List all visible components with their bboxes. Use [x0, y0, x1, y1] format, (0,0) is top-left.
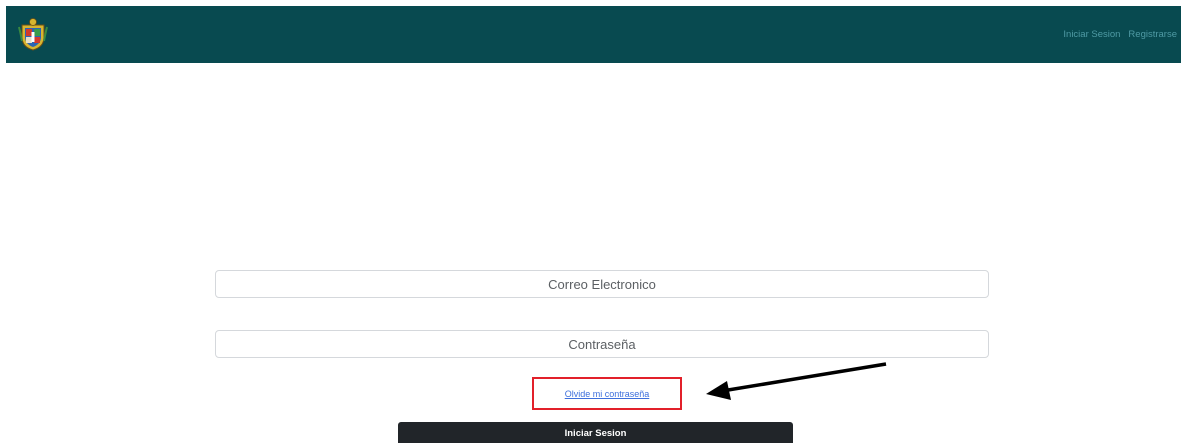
forgot-password-link[interactable]: Olvide mi contraseña — [532, 377, 682, 410]
navbar: Iniciar Sesion Registrarse — [6, 6, 1181, 63]
nav-login-link[interactable]: Iniciar Sesion — [1063, 29, 1120, 40]
email-field[interactable] — [215, 270, 989, 298]
login-button[interactable]: Iniciar Sesion — [398, 422, 793, 443]
nav-links: Iniciar Sesion Registrarse — [1063, 6, 1177, 63]
password-field[interactable] — [215, 330, 989, 358]
login-page: Iniciar Sesion Registrarse Olvide mi con… — [0, 0, 1181, 443]
nav-register-link[interactable]: Registrarse — [1128, 29, 1177, 40]
coat-of-arms-icon[interactable] — [18, 17, 48, 51]
